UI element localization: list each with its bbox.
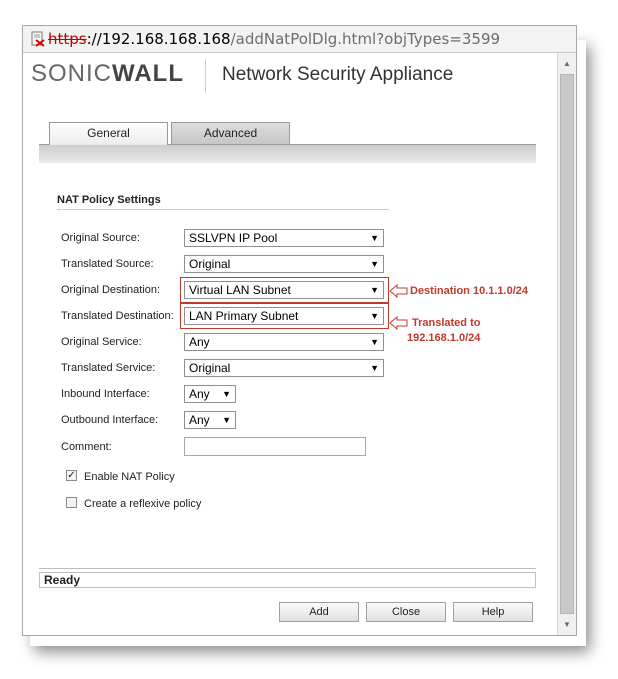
annotation-translated-line2: 192.168.1.0/24 bbox=[407, 332, 481, 344]
dialog-window: https://192.168.168.168/addNatPolDlg.htm… bbox=[22, 25, 577, 636]
original-destination-label: Original Destination: bbox=[61, 284, 161, 296]
url-scheme: https bbox=[48, 30, 87, 48]
chevron-down-icon: ▼ bbox=[222, 389, 231, 399]
chevron-down-icon: ▼ bbox=[370, 311, 379, 321]
tab-content-bar bbox=[39, 144, 536, 163]
enable-nat-label: Enable NAT Policy bbox=[84, 471, 175, 483]
translated-source-select[interactable]: Original ▼ bbox=[184, 255, 384, 273]
status-bar: Ready bbox=[39, 572, 536, 588]
section-divider bbox=[57, 209, 389, 210]
chevron-down-icon: ▼ bbox=[370, 337, 379, 347]
translated-service-label: Translated Service: bbox=[61, 362, 156, 374]
scrollbar-thumb[interactable] bbox=[560, 74, 574, 614]
translated-destination-value: LAN Primary Subnet bbox=[189, 309, 299, 323]
original-source-select[interactable]: SSLVPN IP Pool ▼ bbox=[184, 229, 384, 247]
chevron-down-icon: ▼ bbox=[370, 233, 379, 243]
reflexive-policy-label: Create a reflexive policy bbox=[84, 498, 202, 510]
help-button[interactable]: Help bbox=[453, 602, 533, 622]
original-service-label: Original Service: bbox=[61, 336, 142, 348]
sonicwall-logo: SONICWALL bbox=[31, 60, 184, 88]
scroll-down-icon[interactable]: ▼ bbox=[558, 617, 576, 633]
chevron-down-icon: ▼ bbox=[370, 285, 379, 295]
original-destination-value: Virtual LAN Subnet bbox=[189, 283, 291, 297]
url-host: ://192.168.168.168 bbox=[86, 30, 231, 48]
translated-source-value: Original bbox=[189, 257, 231, 271]
translated-service-value: Original bbox=[189, 361, 231, 375]
original-source-label: Original Source: bbox=[61, 232, 140, 244]
outbound-interface-select[interactable]: Any ▼ bbox=[184, 411, 236, 429]
close-button[interactable]: Close bbox=[366, 602, 446, 622]
logo-bold-text: WALL bbox=[112, 60, 184, 87]
comment-label: Comment: bbox=[61, 441, 112, 453]
original-service-select[interactable]: Any ▼ bbox=[184, 333, 384, 351]
outbound-interface-label: Outbound Interface: bbox=[61, 414, 159, 426]
tab-advanced[interactable]: Advanced bbox=[171, 122, 290, 144]
translated-destination-label: Translated Destination: bbox=[61, 310, 174, 322]
translated-destination-select[interactable]: LAN Primary Subnet ▼ bbox=[184, 307, 384, 325]
outbound-interface-value: Any bbox=[189, 413, 210, 427]
annotation-destination: Destination 10.1.1.0/24 bbox=[410, 285, 528, 297]
annotation-translated-line1: Translated to bbox=[412, 317, 481, 329]
address-bar[interactable]: https://192.168.168.168/addNatPolDlg.htm… bbox=[23, 26, 576, 53]
inbound-interface-value: Any bbox=[189, 387, 210, 401]
annotation-arrow-icon bbox=[389, 284, 408, 298]
chevron-down-icon: ▼ bbox=[370, 259, 379, 269]
original-service-value: Any bbox=[189, 335, 210, 349]
reflexive-policy-checkbox[interactable] bbox=[66, 497, 77, 508]
enable-nat-checkbox[interactable]: ✓ bbox=[66, 470, 77, 481]
vertical-scrollbar[interactable]: ▲ ▼ bbox=[557, 53, 576, 635]
chevron-down-icon: ▼ bbox=[222, 415, 231, 425]
product-name: Network Security Appliance bbox=[222, 64, 454, 85]
scroll-up-icon[interactable]: ▲ bbox=[558, 56, 576, 72]
translated-service-select[interactable]: Original ▼ bbox=[184, 359, 384, 377]
chevron-down-icon: ▼ bbox=[370, 363, 379, 373]
comment-input[interactable] bbox=[184, 437, 366, 456]
url-text[interactable]: https://192.168.168.168/addNatPolDlg.htm… bbox=[48, 26, 500, 52]
status-divider bbox=[39, 568, 536, 569]
tab-general[interactable]: General bbox=[49, 122, 168, 145]
inbound-interface-select[interactable]: Any ▼ bbox=[184, 385, 236, 403]
annotation-arrow-icon bbox=[389, 316, 408, 330]
section-title: NAT Policy Settings bbox=[57, 194, 161, 206]
original-destination-select[interactable]: Virtual LAN Subnet ▼ bbox=[184, 281, 384, 299]
certificate-error-icon[interactable] bbox=[30, 31, 46, 47]
check-icon: ✓ bbox=[67, 470, 76, 481]
translated-source-label: Translated Source: bbox=[61, 258, 154, 270]
logo-light-text: SONIC bbox=[31, 60, 113, 87]
original-source-value: SSLVPN IP Pool bbox=[189, 231, 278, 245]
add-button[interactable]: Add bbox=[279, 602, 359, 622]
url-path: /addNatPolDlg.html?objTypes=3599 bbox=[230, 30, 501, 48]
header-divider bbox=[205, 59, 206, 93]
inbound-interface-label: Inbound Interface: bbox=[61, 388, 150, 400]
